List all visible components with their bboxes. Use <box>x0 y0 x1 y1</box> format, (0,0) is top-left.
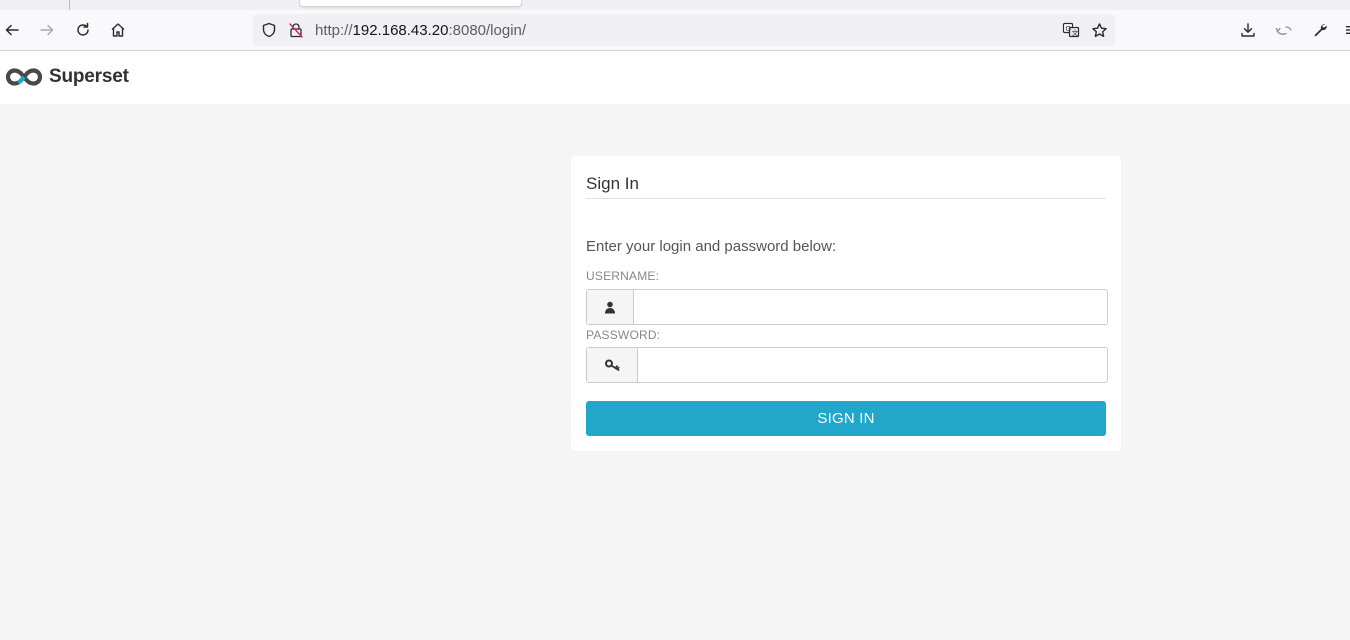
panel-title: Sign In <box>586 174 639 193</box>
url-text[interactable]: http://192.168.43.20:8080/login/ <box>315 22 526 39</box>
browser-tab-strip <box>0 0 1350 10</box>
url-host: 192.168.43.20 <box>352 22 449 39</box>
password-label: PASSWORD: <box>586 328 661 342</box>
bookmark-star-icon[interactable] <box>1087 18 1111 42</box>
superset-logo-icon <box>5 68 43 86</box>
svg-text:文: 文 <box>1072 28 1079 37</box>
user-icon <box>605 301 615 313</box>
tab-separator <box>69 0 70 10</box>
shield-icon[interactable] <box>257 18 281 42</box>
download-icon[interactable] <box>1236 18 1260 42</box>
svg-text:G: G <box>1066 25 1071 33</box>
password-input[interactable] <box>638 348 1107 382</box>
username-input[interactable] <box>634 290 1107 324</box>
username-addon <box>587 290 634 324</box>
back-icon[interactable] <box>0 18 24 42</box>
browser-toolbar: http://192.168.43.20:8080/login/ G文 <box>0 10 1350 51</box>
forward-icon[interactable] <box>35 18 59 42</box>
url-bar[interactable]: http://192.168.43.20:8080/login/ G文 <box>253 14 1115 46</box>
url-path: :8080/login/ <box>448 22 527 39</box>
password-input-group <box>586 347 1108 383</box>
brand-name: Superset <box>49 66 129 87</box>
password-addon <box>587 348 638 382</box>
url-scheme: http:// <box>315 22 353 39</box>
reload-icon[interactable] <box>71 18 95 42</box>
home-icon[interactable] <box>106 18 130 42</box>
sign-in-button[interactable]: SIGN IN <box>586 401 1106 436</box>
wrench-icon[interactable] <box>1308 18 1332 42</box>
username-input-group <box>586 289 1108 325</box>
key-icon <box>604 359 619 371</box>
sync-icon[interactable] <box>1272 18 1296 42</box>
username-label: USERNAME: <box>586 269 660 283</box>
login-panel: Sign In Enter your login and password be… <box>571 156 1121 451</box>
brand-link[interactable]: Superset <box>3 63 129 91</box>
app-navbar: Superset <box>0 51 1350 104</box>
active-browser-tab[interactable] <box>299 0 522 7</box>
overflow-menu-icon[interactable] <box>1340 18 1350 42</box>
translate-icon[interactable]: G文 <box>1059 18 1083 42</box>
login-instructions: Enter your login and password below: <box>586 238 837 255</box>
panel-divider <box>586 198 1106 199</box>
insecure-lock-icon[interactable] <box>284 18 308 42</box>
